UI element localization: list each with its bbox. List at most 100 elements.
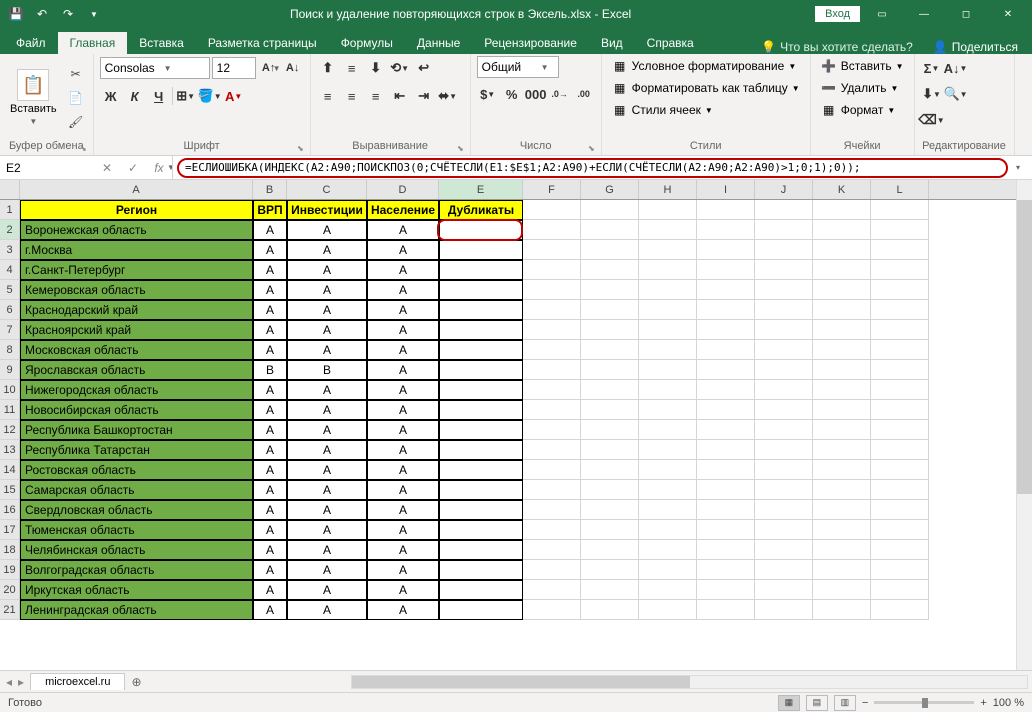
row-header[interactable]: 15 bbox=[0, 480, 20, 500]
cell[interactable] bbox=[697, 260, 755, 280]
cell[interactable] bbox=[871, 580, 929, 600]
share-button[interactable]: 👤 Поделиться bbox=[923, 40, 1028, 54]
maximize-icon[interactable]: ◻ bbox=[946, 0, 986, 28]
cell[interactable] bbox=[871, 200, 929, 220]
data-cell[interactable] bbox=[439, 340, 523, 360]
data-cell[interactable]: А bbox=[253, 280, 287, 300]
underline-button[interactable]: Ч bbox=[148, 86, 170, 106]
cell[interactable] bbox=[581, 560, 639, 580]
format-painter-icon[interactable]: 🖌 bbox=[65, 111, 87, 133]
data-cell[interactable]: А bbox=[287, 340, 367, 360]
cell[interactable] bbox=[813, 380, 871, 400]
cell[interactable] bbox=[581, 580, 639, 600]
paste-button[interactable]: 📋 Вставить ▼ bbox=[6, 67, 61, 128]
cell[interactable] bbox=[581, 540, 639, 560]
cell[interactable] bbox=[639, 580, 697, 600]
region-cell[interactable]: Республика Башкортостан bbox=[20, 420, 253, 440]
save-icon[interactable]: 💾 bbox=[4, 2, 28, 26]
cell[interactable] bbox=[639, 500, 697, 520]
data-cell[interactable]: А bbox=[287, 220, 367, 240]
table-header-cell[interactable]: Дубликаты bbox=[439, 200, 523, 220]
data-cell[interactable]: А bbox=[253, 220, 287, 240]
region-cell[interactable]: Кемеровская область bbox=[20, 280, 253, 300]
cell[interactable] bbox=[581, 280, 639, 300]
tab-formulas[interactable]: Формулы bbox=[329, 32, 405, 54]
cell[interactable] bbox=[871, 480, 929, 500]
row-header[interactable]: 13 bbox=[0, 440, 20, 460]
cell[interactable] bbox=[871, 520, 929, 540]
cell[interactable] bbox=[581, 380, 639, 400]
data-cell[interactable] bbox=[439, 320, 523, 340]
data-cell[interactable]: В bbox=[253, 360, 287, 380]
row-header[interactable]: 6 bbox=[0, 300, 20, 320]
cell[interactable] bbox=[581, 200, 639, 220]
data-cell[interactable]: А bbox=[287, 300, 367, 320]
cell[interactable] bbox=[523, 200, 581, 220]
data-cell[interactable] bbox=[439, 280, 523, 300]
insert-cells-button[interactable]: ➕Вставить▼ bbox=[817, 56, 908, 76]
cell[interactable] bbox=[639, 600, 697, 620]
cell[interactable] bbox=[813, 320, 871, 340]
data-cell[interactable]: А bbox=[367, 540, 439, 560]
align-right-icon[interactable]: ≡ bbox=[365, 86, 387, 106]
number-format-combo[interactable]: Общий▼ bbox=[477, 56, 559, 78]
cell[interactable] bbox=[697, 600, 755, 620]
row-header[interactable]: 10 bbox=[0, 380, 20, 400]
bold-button[interactable]: Ж bbox=[100, 86, 122, 106]
zoom-level[interactable]: 100 % bbox=[993, 697, 1024, 709]
align-bottom-icon[interactable]: ⬇ bbox=[365, 58, 387, 78]
cell[interactable] bbox=[581, 400, 639, 420]
cell[interactable] bbox=[755, 580, 813, 600]
cell[interactable] bbox=[871, 280, 929, 300]
row-header[interactable]: 17 bbox=[0, 520, 20, 540]
data-cell[interactable]: А bbox=[287, 500, 367, 520]
decrease-font-icon[interactable]: A↓ bbox=[282, 58, 304, 78]
cell[interactable] bbox=[813, 400, 871, 420]
cell[interactable] bbox=[755, 420, 813, 440]
fill-icon[interactable]: ⬇▼ bbox=[921, 84, 943, 104]
cell[interactable] bbox=[523, 220, 581, 240]
clipboard-launcher-icon[interactable]: ⬊ bbox=[80, 144, 87, 153]
cell[interactable] bbox=[755, 240, 813, 260]
cell[interactable] bbox=[581, 260, 639, 280]
cell[interactable] bbox=[755, 380, 813, 400]
cell[interactable] bbox=[581, 520, 639, 540]
data-cell[interactable] bbox=[439, 220, 523, 240]
cell[interactable] bbox=[697, 440, 755, 460]
cell[interactable] bbox=[639, 280, 697, 300]
align-center-icon[interactable]: ≡ bbox=[341, 86, 363, 106]
row-header[interactable]: 19 bbox=[0, 560, 20, 580]
row-header[interactable]: 5 bbox=[0, 280, 20, 300]
row-header[interactable]: 1 bbox=[0, 200, 20, 220]
cell[interactable] bbox=[523, 320, 581, 340]
cell[interactable] bbox=[639, 260, 697, 280]
sheet-nav-first-icon[interactable]: ◂ bbox=[6, 675, 12, 689]
cell[interactable] bbox=[813, 420, 871, 440]
cell[interactable] bbox=[523, 380, 581, 400]
data-cell[interactable]: А bbox=[367, 480, 439, 500]
zoom-in-icon[interactable]: + bbox=[980, 697, 986, 709]
cell[interactable] bbox=[871, 560, 929, 580]
cell[interactable] bbox=[523, 460, 581, 480]
cell[interactable] bbox=[871, 500, 929, 520]
decrease-indent-icon[interactable]: ⇤ bbox=[389, 86, 411, 106]
cell[interactable] bbox=[697, 420, 755, 440]
cell[interactable] bbox=[639, 340, 697, 360]
data-cell[interactable]: А bbox=[287, 540, 367, 560]
cell[interactable] bbox=[697, 460, 755, 480]
data-cell[interactable]: А bbox=[367, 240, 439, 260]
region-cell[interactable]: Московская область bbox=[20, 340, 253, 360]
number-launcher-icon[interactable]: ⬊ bbox=[588, 144, 595, 153]
page-layout-view-icon[interactable]: ▤ bbox=[806, 695, 828, 711]
borders-button[interactable]: ⊞▼ bbox=[175, 86, 197, 106]
cell[interactable] bbox=[813, 520, 871, 540]
cell[interactable] bbox=[581, 360, 639, 380]
cell[interactable] bbox=[755, 200, 813, 220]
table-header-cell[interactable]: Население bbox=[367, 200, 439, 220]
row-header[interactable]: 20 bbox=[0, 580, 20, 600]
increase-decimal-icon[interactable]: .0→ bbox=[549, 84, 571, 104]
cell[interactable] bbox=[581, 340, 639, 360]
percent-icon[interactable]: % bbox=[501, 84, 523, 104]
cell[interactable] bbox=[755, 600, 813, 620]
format-cells-button[interactable]: ▦Формат▼ bbox=[817, 100, 908, 120]
